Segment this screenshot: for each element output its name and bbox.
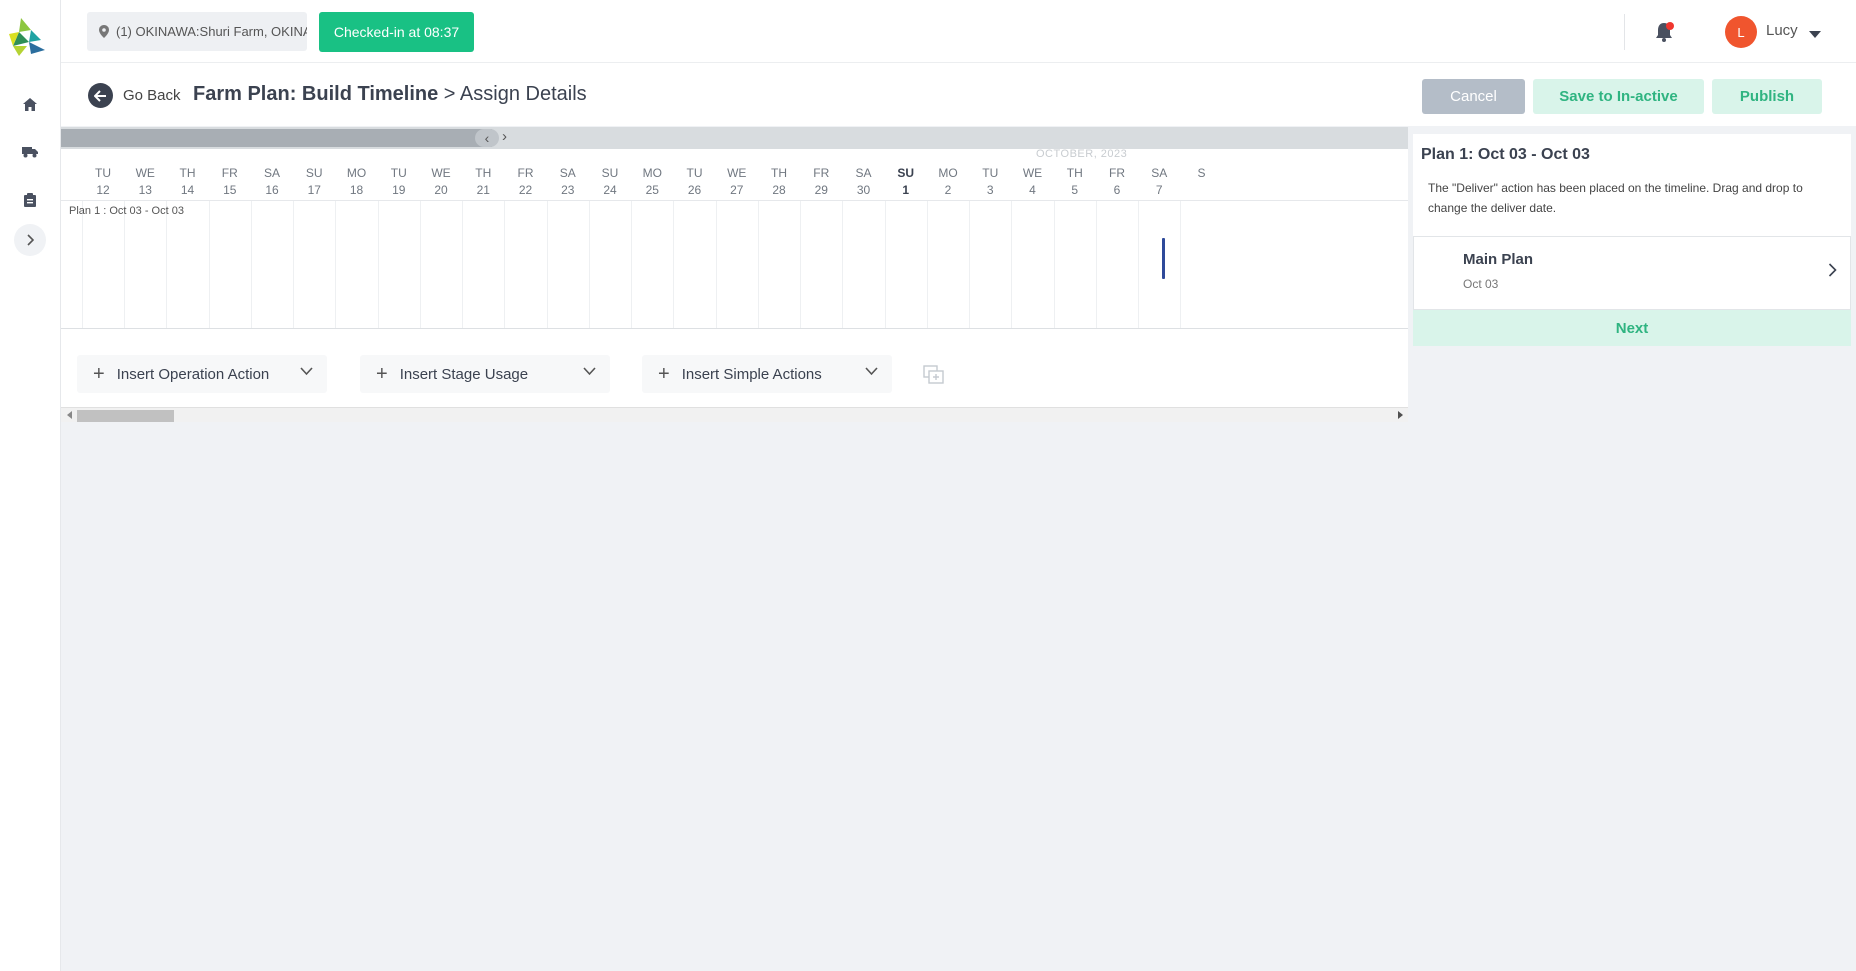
caret-down-icon[interactable]: [1809, 26, 1821, 44]
sidebar: [0, 0, 61, 971]
clipboard-icon[interactable]: [14, 184, 46, 216]
grid-line: [716, 201, 717, 328]
home-icon[interactable]: [14, 88, 46, 120]
notification-bell-icon[interactable]: [1651, 19, 1677, 45]
plan-row-label: Plan 1 : Oct 03 - Oct 03: [69, 205, 184, 217]
chevron-down-icon: [300, 367, 313, 376]
grid-line: [124, 201, 125, 328]
page-title-main: Farm Plan: Build Timeline: [193, 83, 439, 105]
page-title-sub: > Assign Details: [438, 83, 587, 105]
plus-icon: +: [93, 363, 105, 385]
grid-line: [842, 201, 843, 328]
expand-sidebar-icon[interactable]: [14, 224, 46, 256]
grid-line: [378, 201, 379, 328]
plus-icon: +: [658, 363, 670, 385]
grid-line: [1180, 201, 1181, 328]
plus-icon: +: [376, 363, 388, 385]
location-label: (1) OKINAWA:Shuri Farm, OKINA: [116, 24, 307, 39]
insert-stage-usage-button[interactable]: + Insert Stage Usage: [360, 355, 610, 393]
plan-item-date: Oct 03: [1463, 277, 1499, 291]
timeline-panel: ‹ › OCTOBER, 2023 TU 12 WE 13 TH 14 FR 15 SA 16 SU…: [61, 127, 1408, 409]
plan-details-panel: Plan 1: Oct 03 - Oct 03 The "Deliver" ac…: [1413, 134, 1851, 409]
map-pin-icon: [99, 25, 109, 38]
grid-line: [673, 201, 674, 328]
timeline-nav-strip[interactable]: ‹ ›: [61, 127, 1408, 149]
grid-line: [589, 201, 590, 328]
chevron-right-icon: [1828, 263, 1837, 277]
publish-button[interactable]: Publish: [1712, 79, 1822, 114]
grid-line: [1011, 201, 1012, 328]
avatar[interactable]: L: [1725, 16, 1757, 48]
cancel-button[interactable]: Cancel: [1422, 79, 1525, 114]
grid-line: [335, 201, 336, 328]
divider: [1624, 14, 1625, 50]
page-header: Go Back Farm Plan: Build Timeline > Assi…: [61, 63, 1856, 126]
save-inactive-button[interactable]: Save to In-active: [1533, 79, 1704, 114]
panel-header: Plan 1: Oct 03 - Oct 03 The "Deliver" ac…: [1413, 134, 1851, 236]
insert-simple-label: Insert Simple Actions: [681, 365, 822, 383]
insert-stage-label: Insert Stage Usage: [399, 365, 529, 383]
location-selector[interactable]: (1) OKINAWA:Shuri Farm, OKINA: [87, 12, 307, 51]
grid-line: [758, 201, 759, 328]
chevron-right-icon[interactable]: ›: [502, 128, 507, 145]
divider: [61, 328, 1408, 329]
grid-line: [927, 201, 928, 328]
chevron-left-icon[interactable]: ‹: [475, 129, 499, 147]
scroll-left-icon[interactable]: [67, 411, 72, 419]
day-column-header: S: [1177, 165, 1227, 182]
grid-line: [1096, 201, 1097, 328]
app-root: (1) OKINAWA:Shuri Farm, OKINA Checked-in…: [0, 0, 1856, 971]
user-name[interactable]: Lucy: [1766, 22, 1798, 39]
scrollbar-thumb[interactable]: [77, 410, 174, 422]
grid-line: [504, 201, 505, 328]
insert-operation-action-button[interactable]: + Insert Operation Action: [77, 355, 327, 393]
timeline-range-indicator: [61, 129, 492, 147]
panel-title: Plan 1: Oct 03 - Oct 03: [1421, 146, 1590, 163]
timeline-grid[interactable]: Plan 1 : Oct 03 - Oct 03: [61, 200, 1408, 328]
horizontal-scrollbar[interactable]: [61, 407, 1408, 422]
go-back-label: Go Back: [123, 87, 181, 104]
deliver-action-marker[interactable]: [1162, 238, 1165, 279]
grid-line: [462, 201, 463, 328]
grid-line: [631, 201, 632, 328]
next-button[interactable]: Next: [1413, 310, 1851, 346]
grid-line: [293, 201, 294, 328]
grid-line: [251, 201, 252, 328]
top-bar: (1) OKINAWA:Shuri Farm, OKINA Checked-in…: [61, 0, 1856, 63]
grid-line: [82, 201, 83, 328]
grid-line: [1054, 201, 1055, 328]
grid-line: [166, 201, 167, 328]
copy-icon[interactable]: [923, 365, 945, 390]
logo: [7, 16, 47, 56]
insert-simple-actions-button[interactable]: + Insert Simple Actions: [642, 355, 892, 393]
plan-item-name: Main Plan: [1463, 251, 1534, 268]
grid-line: [420, 201, 421, 328]
plan-list-item[interactable]: Main Plan Oct 03: [1413, 236, 1851, 310]
checkin-button[interactable]: Checked-in at 08:37: [319, 12, 474, 52]
day-of-week: S: [1197, 166, 1206, 180]
grid-line: [1138, 201, 1139, 328]
grid-line: [547, 201, 548, 328]
chevron-down-icon: [865, 367, 878, 376]
scroll-right-icon[interactable]: [1398, 411, 1403, 419]
grid-line: [800, 201, 801, 328]
panel-message: The "Deliver" action has been placed on …: [1428, 181, 1803, 215]
grid-line: [969, 201, 970, 328]
page-title: Farm Plan: Build Timeline > Assign Detai…: [193, 83, 587, 106]
main-content: Go Back Farm Plan: Build Timeline > Assi…: [61, 63, 1856, 971]
grid-line: [209, 201, 210, 328]
insert-operation-label: Insert Operation Action: [116, 365, 270, 383]
day-number: 7: [1155, 183, 1163, 197]
grid-line: [885, 201, 886, 328]
go-back-button[interactable]: Go Back: [88, 83, 181, 108]
truck-icon[interactable]: [14, 136, 46, 168]
arrow-left-icon: [88, 83, 113, 108]
chevron-down-icon: [583, 367, 596, 376]
